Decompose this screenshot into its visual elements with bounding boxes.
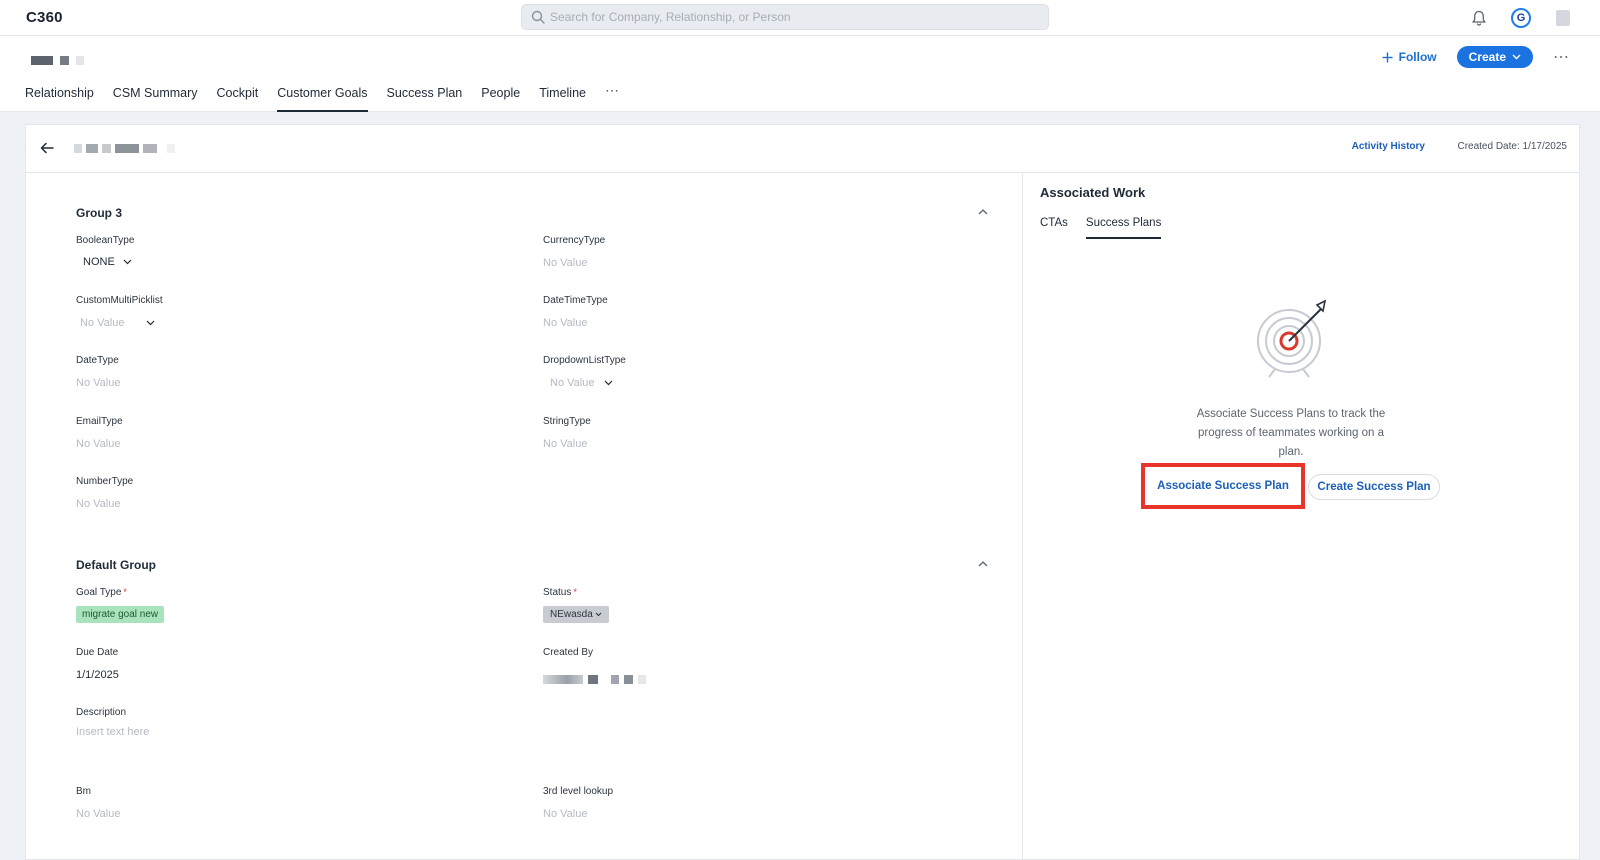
chevron-down-icon [595, 612, 602, 617]
associated-work-pane: Associated Work CTAs Success Plans Assoc… [1024, 173, 1579, 860]
follow-button[interactable]: Follow [1382, 50, 1437, 64]
email-type-value[interactable]: No Value [76, 438, 120, 450]
tab-csm-summary[interactable]: CSM Summary [113, 80, 198, 112]
collapse-group-3-icon[interactable] [978, 209, 988, 215]
card-header: Activity History Created Date: 1/17/2025 [26, 125, 1579, 173]
tab-success-plan[interactable]: Success Plan [387, 80, 463, 112]
currency-type-label: CurrencyType [543, 235, 606, 246]
tab-timeline[interactable]: Timeline [539, 80, 586, 112]
number-type-value[interactable]: No Value [76, 498, 120, 510]
record-tabs: Relationship CSM Summary Cockpit Custome… [25, 80, 620, 112]
plus-icon [1382, 52, 1393, 62]
search-input[interactable] [550, 8, 1030, 26]
due-date-label: Due Date [76, 647, 119, 658]
created-by-label: Created By [543, 647, 594, 658]
boolean-type-value: NONE [83, 256, 115, 268]
number-type-label: NumberType [76, 476, 134, 487]
chevron-down-icon [605, 380, 613, 386]
search-icon [531, 10, 545, 24]
company-header: Follow Create ⋯ Relationship CSM Summary… [0, 36, 1600, 112]
user-avatar-icon[interactable]: G [1510, 7, 1532, 29]
goal-name-redacted [74, 144, 175, 153]
datetime-type-value[interactable]: No Value [543, 317, 587, 329]
chevron-down-icon [1512, 54, 1521, 60]
create-label: Create [1468, 50, 1506, 64]
tab-success-plans[interactable]: Success Plans [1085, 217, 1162, 239]
description-input[interactable]: Insert text here [76, 726, 149, 738]
top-icons: G [1468, 7, 1574, 29]
lookup-label: 3rd level lookup [543, 786, 614, 797]
chevron-down-icon [147, 320, 155, 326]
activity-history-link[interactable]: Activity History [1352, 141, 1425, 152]
created-date: Created Date: 1/17/2025 [1457, 141, 1567, 152]
bell-icon[interactable] [1468, 7, 1490, 29]
app-switcher-icon[interactable] [1552, 7, 1574, 29]
created-by-user-redacted [543, 675, 646, 684]
goal-type-label-text: Goal Type [76, 587, 122, 598]
dropdown-type-value: No Value [550, 377, 595, 389]
boolean-type-label: BooleanType [76, 235, 135, 246]
dropdown-type-label: DropdownListType [543, 355, 626, 366]
associated-work-title: Associated Work [1040, 185, 1146, 200]
date-type-value[interactable]: No Value [76, 377, 120, 389]
top-bar: C360 G [0, 0, 1600, 36]
bm-value[interactable]: No Value [76, 808, 120, 820]
status-value: NEwasda [550, 609, 593, 620]
required-mark: * [573, 587, 577, 597]
status-label: Status * [543, 587, 577, 598]
due-date-value[interactable]: 1/1/2025 [76, 669, 119, 681]
goal-type-tag[interactable]: migrate goal new [76, 606, 165, 623]
more-actions-button[interactable]: ⋯ [1553, 47, 1570, 67]
multipicklist-value: No Value [80, 317, 125, 329]
create-button[interactable]: Create [1456, 46, 1533, 68]
email-type-label: EmailType [76, 416, 123, 427]
chevron-down-icon [123, 259, 132, 265]
associate-success-plan-label: Associate Success Plan [1157, 480, 1289, 492]
date-type-label: DateType [76, 355, 119, 366]
goal-type-label: Goal Type * [76, 587, 127, 598]
string-type-value[interactable]: No Value [543, 438, 587, 450]
required-mark: * [123, 587, 127, 597]
datetime-type-label: DateTimeType [543, 295, 608, 306]
tab-ctas[interactable]: CTAs [1040, 217, 1068, 239]
boolean-type-select[interactable]: NONE [83, 256, 132, 268]
status-select[interactable]: NEwasda [543, 606, 609, 623]
tab-customer-goals[interactable]: Customer Goals [277, 80, 368, 112]
tab-people[interactable]: People [481, 80, 520, 112]
empty-state-message: Associate Success Plans to track the pro… [1196, 408, 1386, 458]
goal-fields-pane: Group 3 BooleanType NONE CurrencyType No… [26, 173, 1023, 860]
back-arrow-icon[interactable] [40, 141, 54, 159]
company-name-redacted [31, 56, 84, 65]
goal-detail-card: Activity History Created Date: 1/17/2025… [25, 124, 1580, 860]
group-3-title: Group 3 [76, 206, 123, 220]
collapse-default-group-icon[interactable] [978, 561, 988, 567]
lookup-value[interactable]: No Value [543, 808, 587, 820]
associated-work-tabs: CTAs Success Plans [1040, 217, 1162, 239]
string-type-label: StringType [543, 416, 591, 427]
tab-relationship[interactable]: Relationship [25, 80, 94, 112]
app-title[interactable]: C360 [26, 9, 63, 26]
default-group-title: Default Group [76, 558, 156, 572]
multipicklist-label: CustomMultiPicklist [76, 295, 163, 306]
description-label: Description [76, 707, 127, 718]
bm-label: Bm [76, 786, 91, 797]
currency-type-value[interactable]: No Value [543, 257, 587, 269]
create-success-plan-button[interactable]: Create Success Plan [1308, 474, 1440, 500]
status-label-text: Status [543, 587, 572, 598]
multipicklist-select[interactable]: No Value [80, 317, 155, 329]
follow-label: Follow [1398, 50, 1437, 64]
tab-cockpit[interactable]: Cockpit [217, 80, 259, 112]
target-illustration-icon [1257, 299, 1327, 378]
global-search[interactable] [521, 4, 1049, 30]
dropdown-type-select[interactable]: No Value [550, 377, 613, 389]
header-actions: Follow Create ⋯ [1382, 46, 1570, 68]
associate-success-plan-button[interactable]: Associate Success Plan [1141, 463, 1305, 509]
tabs-more-button[interactable]: ⋯ [605, 80, 620, 112]
